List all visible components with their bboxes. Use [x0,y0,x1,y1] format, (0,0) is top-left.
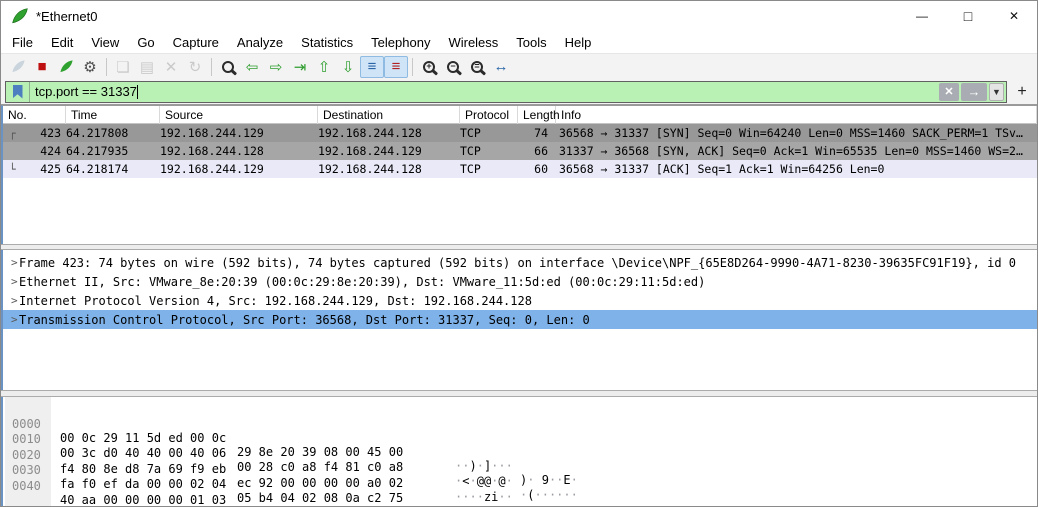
pane-splitter-bottom[interactable] [1,390,1037,397]
zoom-in-button[interactable]: + [417,56,441,78]
detail-row-ip[interactable]: > Internet Protocol Version 4, Src: 192.… [3,291,1037,310]
minimize-icon[interactable]: — [899,1,945,31]
menu-statistics[interactable]: Statistics [292,32,362,53]
find-packet-button[interactable] [216,56,240,78]
wireshark-fin-icon [11,7,29,25]
title-bar: *Ethernet0 — □ ✕ [1,1,1037,31]
zoom-100-button[interactable]: = [465,56,489,78]
expander-chevron-icon[interactable]: > [3,256,19,269]
packet-details-pane: > Frame 423: 74 bytes on wire (592 bits)… [1,250,1037,390]
hex-row[interactable]: 0000 00 0c 29 11 5d ed 00 0c 29 8e 20 39… [3,403,1037,418]
conversation-last-mark: └ [9,163,21,176]
hex-row[interactable]: 0010 00 3c d0 40 40 00 40 06 00 28 c0 a8… [3,418,1037,433]
toolbar-separator [106,58,107,76]
menu-go[interactable]: Go [128,32,163,53]
capture-options-button[interactable]: ⚙ [78,56,102,78]
conversation-first-mark: ┌ [9,127,21,140]
column-header-destination[interactable]: Destination [318,106,460,124]
wireshark-window: *Ethernet0 — □ ✕ File Edit View Go Captu… [0,0,1038,507]
packet-list-header: No. Time Source Destination Protocol Len… [3,106,1037,124]
column-header-protocol[interactable]: Protocol [460,106,518,124]
go-last-packet-button[interactable]: ⇩ [336,56,360,78]
menu-edit[interactable]: Edit [42,32,82,53]
text-caret [137,85,138,99]
menu-capture[interactable]: Capture [164,32,228,53]
display-filter-input[interactable]: tcp.port == 31337 [30,84,939,100]
detail-row-ethernet[interactable]: > Ethernet II, Src: VMware_8e:20:39 (00:… [3,272,1037,291]
resize-columns-button[interactable]: ↔ [489,56,513,78]
filter-bar: tcp.port == 31337 ✕ → ▼ + [1,79,1037,105]
open-file-button[interactable]: ❏ [111,56,135,78]
packet-row-423[interactable]: ┌ 423 64.217808 192.168.244.129 192.168.… [3,124,1037,142]
go-forward-button[interactable]: ⇨ [264,56,288,78]
maximize-icon[interactable]: □ [945,1,991,31]
expander-chevron-icon[interactable]: > [3,275,19,288]
filter-bookmark-button[interactable] [6,82,30,102]
packet-row-425[interactable]: └ 425 64.218174 192.168.244.129 192.168.… [3,160,1037,178]
colorize-button[interactable]: ≡ [384,56,408,78]
main-toolbar: ■⚙❏▤✕↻⇦⇨⇥⇧⇩≡≡+−=↔ [1,53,1037,79]
filter-clear-icon[interactable]: ✕ [939,83,959,101]
go-to-packet-button[interactable]: ⇥ [288,56,312,78]
column-header-no[interactable]: No. [3,106,66,124]
expander-chevron-icon[interactable]: > [3,294,19,307]
filter-dropdown-icon[interactable]: ▼ [989,83,1004,101]
filter-add-button[interactable]: + [1011,81,1033,103]
start-capture-button[interactable] [6,56,30,78]
packet-row-424[interactable]: 424 64.217935 192.168.244.128 192.168.24… [3,142,1037,160]
packet-list-pane: No. Time Source Destination Protocol Len… [1,105,1037,244]
display-filter-field[interactable]: tcp.port == 31337 ✕ → ▼ [5,81,1007,103]
zoom-out-button[interactable]: − [441,56,465,78]
menu-bar: File Edit View Go Capture Analyze Statis… [1,31,1037,53]
menu-view[interactable]: View [82,32,128,53]
filter-apply-icon[interactable]: → [961,83,987,101]
menu-wireless[interactable]: Wireless [439,32,507,53]
bookmark-icon [13,85,23,99]
hex-row[interactable]: 0020 f4 80 8e d8 7a 69 f9 eb ec 92 00 00… [3,434,1037,449]
restart-capture-button[interactable] [54,56,78,78]
toolbar-separator [412,58,413,76]
hex-row[interactable]: 0040 40 aa 00 00 00 00 01 03 03 07 @····… [3,465,1037,480]
expander-chevron-icon[interactable]: > [3,313,19,326]
menu-telephony[interactable]: Telephony [362,32,439,53]
column-header-source[interactable]: Source [160,106,318,124]
hex-dump-pane: 0000 00 0c 29 11 5d ed 00 0c 29 8e 20 39… [1,397,1037,506]
menu-file[interactable]: File [3,32,42,53]
auto-scroll-button[interactable]: ≡ [360,56,384,78]
stop-capture-button[interactable]: ■ [30,56,54,78]
close-file-button[interactable]: ✕ [159,56,183,78]
column-header-length[interactable]: Length [518,106,556,124]
go-back-button[interactable]: ⇦ [240,56,264,78]
hex-row[interactable]: 0030 fa f0 ef da 00 00 02 04 05 b4 04 02… [3,449,1037,464]
save-file-button[interactable]: ▤ [135,56,159,78]
column-header-info[interactable]: Info [556,106,1037,124]
detail-row-frame[interactable]: > Frame 423: 74 bytes on wire (592 bits)… [3,253,1037,272]
window-title: *Ethernet0 [36,9,97,24]
go-first-packet-button[interactable]: ⇧ [312,56,336,78]
reload-file-button[interactable]: ↻ [183,56,207,78]
detail-row-tcp-selected[interactable]: > Transmission Control Protocol, Src Por… [3,310,1037,329]
column-header-time[interactable]: Time [66,106,160,124]
menu-tools[interactable]: Tools [507,32,555,53]
close-icon[interactable]: ✕ [991,1,1037,31]
menu-help[interactable]: Help [556,32,601,53]
menu-analyze[interactable]: Analyze [228,32,292,53]
toolbar-separator [211,58,212,76]
